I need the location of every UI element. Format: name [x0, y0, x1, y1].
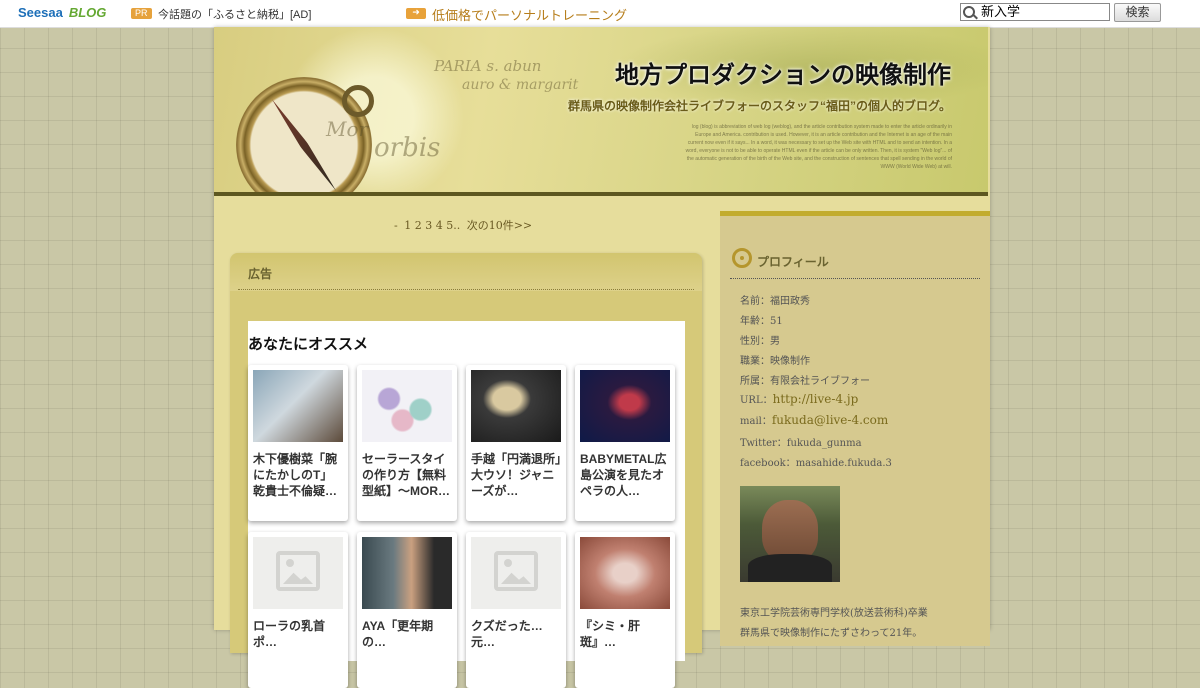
profile-job-row: 職業：映像制作	[740, 352, 810, 367]
pr-link[interactable]: 今話題の「ふるさと納税」[AD]	[158, 6, 311, 22]
profile-divider	[730, 278, 980, 279]
card-title: 手越「円満退所」大ウソ！ジャニーズが…	[471, 452, 562, 498]
pager-page-3[interactable]: 3	[425, 219, 432, 232]
ad-box-divider	[238, 289, 694, 290]
profile-twitter-row: Twitter：fukuda_gunma	[740, 434, 862, 449]
ad-box-header: 広告	[230, 253, 702, 291]
page-container: PARIA s. abun auro & margarit orbis Mor …	[214, 27, 990, 688]
card-thumbnail-placeholder	[253, 537, 343, 609]
pager-page-1[interactable]: 1	[404, 219, 411, 232]
recommend-card[interactable]: 手越「円満退所」大ウソ！ジャニーズが…	[466, 365, 566, 521]
profile-sex-row: 性別：男	[740, 332, 780, 347]
card-thumbnail	[362, 537, 452, 609]
profile-label: 性別：	[740, 336, 770, 347]
card-title: 木下優樹菜「腕にたかしのT」乾貴士不倫疑…	[253, 452, 338, 498]
map-text: orbis	[374, 133, 441, 163]
blog-subtitle: 群馬県の映像制作会社ライブフォーのスタッフ“福田”の個人的ブログ。	[567, 99, 951, 113]
pager-page-4[interactable]: 4	[436, 219, 443, 232]
recommend-card[interactable]: ローラの乳首ポ…	[248, 532, 348, 688]
search-icon	[963, 6, 975, 18]
top-bar: Seesaa BLOG PR 今話題の「ふるさと納税」[AD] ➜ 低価格でパーソ…	[0, 0, 1200, 28]
image-placeholder-icon	[494, 551, 538, 591]
recommend-card[interactable]: 木下優樹菜「腕にたかしのT」乾貴士不倫疑…	[248, 365, 348, 521]
logo-seesaa: Seesaa	[18, 5, 63, 20]
profile-label: 名前：	[740, 296, 770, 307]
blog-header: PARIA s. abun auro & margarit orbis Mor …	[214, 27, 988, 193]
profile-url-link[interactable]: http://live-4.jp	[773, 392, 859, 406]
recommend-panel: あなたにオススメ 木下優樹菜「腕にたかしのT」乾貴士不倫疑… セーラースタイの作…	[248, 321, 685, 688]
profile-name: 福田政秀	[770, 296, 810, 307]
search-button[interactable]: 検索	[1114, 3, 1161, 22]
profile-org: 有限会社ライブフォー	[770, 376, 870, 387]
search-input[interactable]: 新入学	[960, 3, 1110, 21]
map-text: Mor	[326, 117, 369, 141]
card-thumbnail-placeholder	[471, 537, 561, 609]
recommend-card[interactable]: セーラースタイの作り方【無料型紙】〜MOR…	[357, 365, 457, 521]
profile-label: Twitter：	[740, 438, 787, 449]
profile-label: URL：	[740, 395, 773, 406]
card-title: AYA「更年期の…	[362, 619, 434, 649]
card-title: セーラースタイの作り方【無料型紙】〜MOR…	[362, 452, 450, 498]
recommend-title: あなたにオススメ	[248, 336, 369, 353]
pr-badge: PR	[131, 8, 152, 19]
profile-bio-line: 東京工学院芸術専門学校(放送芸術科)卒業	[740, 608, 928, 619]
header-fine-text: log (blog) is abbreviation of web log (w…	[685, 124, 952, 170]
card-title: ローラの乳首ポ…	[253, 619, 326, 649]
profile-bio-line: 群馬県で映像制作にたずさわって21年。	[740, 628, 923, 639]
card-thumbnail	[471, 370, 561, 442]
profile-age-row: 年齢：51	[740, 312, 783, 327]
compass-ring-image	[342, 85, 374, 117]
profile-label: facebook：	[740, 458, 796, 469]
profile-photo-head	[762, 500, 818, 562]
profile-title: プロフィール	[757, 255, 829, 269]
profile-label: 年齢：	[740, 316, 770, 327]
ad-link[interactable]: 低価格でパーソナルトレーニング	[432, 5, 627, 24]
profile-facebook-row: facebook：masahide.fukuda.3	[740, 454, 892, 469]
sidebar: プロフィール 名前：福田政秀 年齢：51 性別：男 職業：映像制作 所属：有限会…	[720, 211, 990, 646]
pager-dash: -	[394, 219, 398, 232]
seesaa-blog-logo[interactable]: Seesaa BLOG	[18, 5, 106, 20]
profile-label: 職業：	[740, 356, 770, 367]
profile-org-row: 所属：有限会社ライブフォー	[740, 372, 870, 387]
map-text: auro & margarit	[462, 77, 579, 93]
card-title: クズだった…元…	[471, 619, 543, 649]
map-text: PARIA s. abun	[434, 57, 542, 75]
blog-title[interactable]: 地方プロダクションの映像制作	[615, 55, 951, 90]
recommend-card[interactable]: 『シミ・肝斑』…	[575, 532, 675, 688]
profile-mail-link[interactable]: fukuda@live-4.com	[772, 413, 888, 427]
profile-sex: 男	[770, 336, 780, 347]
profile-url-row: URL：http://live-4.jp	[740, 391, 858, 406]
ad-box-title: 広告	[248, 267, 273, 281]
profile-age: 51	[770, 316, 783, 327]
card-title: 『シミ・肝斑』…	[580, 619, 641, 649]
profile-facebook: masahide.fukuda.3	[795, 458, 892, 469]
profile-job: 映像制作	[770, 356, 810, 367]
header-divider	[214, 192, 988, 196]
profile-bio: 東京工学院芸術専門学校(放送芸術科)卒業 群馬県で映像制作にたずさわって21年。	[740, 604, 980, 644]
profile-twitter: fukuda_gunma	[786, 438, 862, 449]
pager-next-link[interactable]: 次の10件>>	[467, 219, 532, 232]
profile-label: 所属：	[740, 376, 770, 387]
profile-photo-body	[748, 554, 832, 582]
profile-name-row: 名前：福田政秀	[740, 292, 810, 307]
profile-photo	[740, 486, 840, 582]
recommend-card[interactable]: AYA「更年期の…	[357, 532, 457, 688]
pagination: - 1 2 3 4 5.. 次の10件>>	[394, 217, 535, 233]
card-thumbnail	[362, 370, 452, 442]
recommend-card[interactable]: BABYMETAL広島公演を見たオペラの人…	[575, 365, 675, 521]
card-thumbnail	[580, 537, 670, 609]
card-thumbnail	[580, 370, 670, 442]
ship-wheel-icon	[732, 248, 752, 268]
card-thumbnail	[253, 370, 343, 442]
logo-blog: BLOG	[68, 5, 107, 20]
pager-ellipsis: ..	[453, 219, 461, 232]
pager-page-2[interactable]: 2	[415, 219, 422, 232]
arrow-right-icon: ➜	[406, 8, 426, 19]
image-placeholder-icon	[276, 551, 320, 591]
profile-mail-row: mail：fukuda@live-4.com	[740, 412, 888, 427]
card-title: BABYMETAL広島公演を見たオペラの人…	[580, 452, 667, 498]
ad-box: 広告 あなたにオススメ 木下優樹菜「腕にたかしのT」乾貴士不倫疑… セーラースタ…	[230, 253, 702, 688]
profile-label: mail：	[740, 416, 772, 427]
recommend-card[interactable]: クズだった…元…	[466, 532, 566, 688]
